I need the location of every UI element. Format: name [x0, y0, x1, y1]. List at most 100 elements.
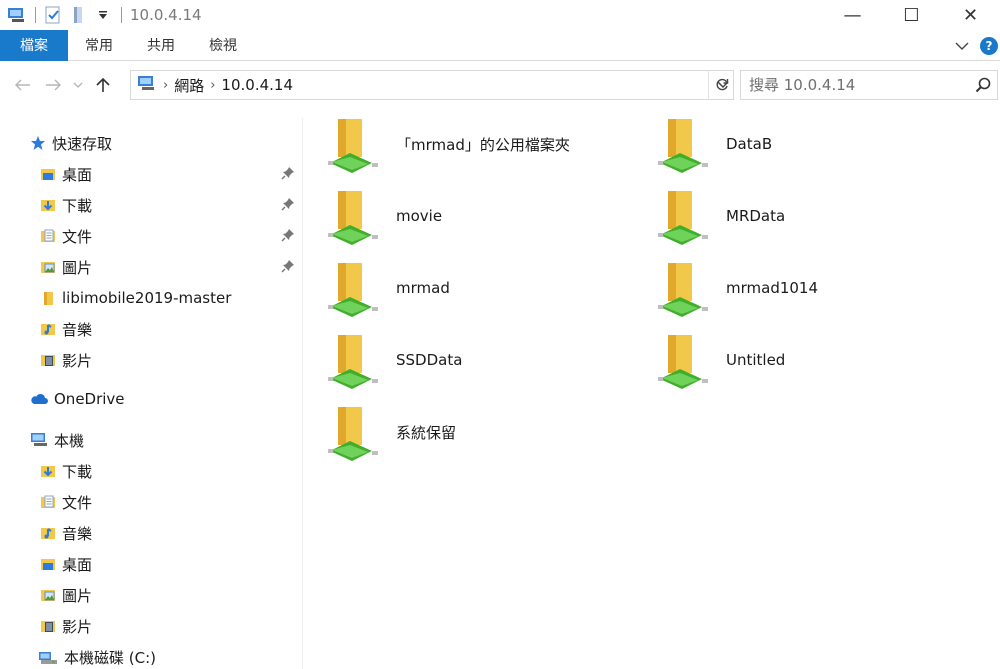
tab-share[interactable]: 共用	[130, 30, 192, 61]
breadcrumb-separator: ›	[163, 77, 169, 93]
nav-label: 音樂	[62, 524, 93, 543]
search-input[interactable]	[749, 76, 969, 94]
downloads-folder-icon	[40, 197, 56, 213]
maximize-button[interactable]: ☐	[882, 0, 941, 30]
navigation-pane: 快速存取 桌面 下載 文件 圖片 libimobile2019-master 音…	[0, 118, 303, 669]
documents-folder-icon	[40, 494, 56, 510]
network-folder-icon	[327, 329, 378, 391]
address-bar[interactable]: › 網路 › 10.0.4.14	[130, 70, 734, 100]
search-box[interactable]	[740, 70, 998, 100]
folder-name: DataB	[726, 135, 773, 153]
recent-locations-button[interactable]	[68, 70, 88, 100]
nav-label: 本機	[54, 431, 85, 450]
title-bar: 10.0.4.14 — ☐ ✕	[0, 0, 1000, 30]
folder-name: 系統保留	[396, 423, 457, 442]
nav-this-pc[interactable]: 本機	[0, 426, 300, 454]
nav-label: libimobile2019-master	[62, 289, 232, 307]
back-button[interactable]	[8, 70, 38, 100]
list-item[interactable]: movie	[304, 184, 624, 248]
cloud-icon	[30, 391, 48, 407]
network-location-icon[interactable]	[6, 4, 28, 26]
quick-access-toolbar: 10.0.4.14	[0, 0, 202, 30]
list-item[interactable]: 「mrmad」的公用檔案夾	[304, 112, 624, 176]
star-icon	[30, 135, 46, 151]
list-item[interactable]: MRData	[634, 184, 954, 248]
folder-name: 「mrmad」的公用檔案夾	[396, 135, 570, 154]
nav-item-documents[interactable]: 文件	[0, 222, 300, 250]
search-icon[interactable]	[975, 77, 991, 97]
nav-label: 桌面	[62, 165, 93, 184]
desktop-folder-icon	[40, 166, 56, 182]
ribbon-right-controls: ?	[948, 30, 1000, 61]
list-item[interactable]: Untitled	[634, 328, 954, 392]
nav-item-pc-desktop[interactable]: 桌面	[0, 550, 300, 578]
nav-label: 文件	[62, 493, 93, 512]
nav-item-libimobile[interactable]: libimobile2019-master	[0, 284, 300, 312]
network-icon	[137, 75, 157, 95]
nav-label: 下載	[62, 462, 93, 481]
tab-file[interactable]: 檔案	[0, 29, 68, 61]
nav-item-desktop[interactable]: 桌面	[0, 160, 300, 188]
folder-name: mrmad1014	[726, 279, 819, 297]
pin-icon[interactable]	[281, 197, 295, 215]
tab-home[interactable]: 常用	[68, 30, 130, 61]
forward-button[interactable]	[38, 70, 68, 100]
breadcrumb-host[interactable]: 10.0.4.14	[221, 76, 293, 94]
navigation-bar: › 網路 › 10.0.4.14	[0, 62, 1000, 108]
nav-item-videos[interactable]: 影片	[0, 346, 300, 374]
list-item[interactable]: mrmad1014	[634, 256, 954, 320]
close-button[interactable]: ✕	[941, 0, 1000, 30]
nav-label: 影片	[62, 617, 93, 636]
up-button[interactable]	[88, 70, 118, 100]
nav-item-pc-videos[interactable]: 影片	[0, 612, 300, 640]
breadcrumb-network[interactable]: 網路	[174, 75, 204, 96]
nav-item-pc-music[interactable]: 音樂	[0, 519, 300, 547]
nav-item-pc-downloads[interactable]: 下載	[0, 457, 300, 485]
nav-onedrive[interactable]: OneDrive	[0, 385, 300, 413]
minimize-button[interactable]: —	[823, 0, 882, 30]
folder-name: mrmad	[396, 279, 450, 297]
network-folder-icon	[327, 113, 378, 175]
network-folder-icon	[657, 185, 708, 247]
window-title: 10.0.4.14	[130, 6, 202, 24]
nav-item-pc-documents[interactable]: 文件	[0, 488, 300, 516]
list-item[interactable]: SSDData	[304, 328, 624, 392]
nav-quick-access[interactable]: 快速存取	[0, 129, 300, 157]
nav-label: 圖片	[62, 586, 93, 605]
properties-icon[interactable]	[42, 4, 64, 26]
nav-label: 圖片	[62, 258, 93, 277]
nav-item-music[interactable]: 音樂	[0, 315, 300, 343]
pin-icon[interactable]	[281, 166, 295, 184]
toolbar-divider	[35, 7, 36, 23]
nav-item-local-disk[interactable]: 本機磁碟 (C:)	[0, 643, 300, 669]
tab-view[interactable]: 檢視	[192, 30, 254, 61]
pin-icon[interactable]	[281, 259, 295, 277]
list-item[interactable]: DataB	[634, 112, 954, 176]
folder-icon	[40, 290, 56, 306]
pictures-folder-icon	[40, 587, 56, 603]
list-item[interactable]: mrmad	[304, 256, 624, 320]
nav-item-pc-pictures[interactable]: 圖片	[0, 581, 300, 609]
folder-name: SSDData	[396, 351, 463, 369]
refresh-button[interactable]	[708, 70, 734, 100]
folder-name: Untitled	[726, 351, 786, 369]
nav-label: 本機磁碟 (C:)	[64, 648, 156, 667]
nav-item-downloads[interactable]: 下載	[0, 191, 300, 219]
pictures-folder-icon	[40, 259, 56, 275]
pin-icon[interactable]	[281, 228, 295, 246]
computer-icon	[30, 432, 48, 448]
ribbon-tabs: 檔案 常用 共用 檢視 ?	[0, 29, 1000, 61]
network-folder-icon	[327, 257, 378, 319]
folder-name: MRData	[726, 207, 786, 225]
help-icon[interactable]: ?	[980, 36, 998, 55]
customize-toolbar-dropdown-icon[interactable]	[92, 4, 114, 26]
nav-item-pictures[interactable]: 圖片	[0, 253, 300, 281]
toolbar-divider	[121, 7, 122, 23]
nav-label: 快速存取	[52, 134, 113, 153]
nav-label: 下載	[62, 196, 93, 215]
window-controls: — ☐ ✕	[823, 0, 1000, 30]
list-item[interactable]: 系統保留	[304, 400, 624, 464]
new-folder-icon[interactable]	[67, 4, 89, 26]
music-folder-icon	[40, 321, 56, 337]
expand-ribbon-icon[interactable]	[948, 30, 976, 61]
